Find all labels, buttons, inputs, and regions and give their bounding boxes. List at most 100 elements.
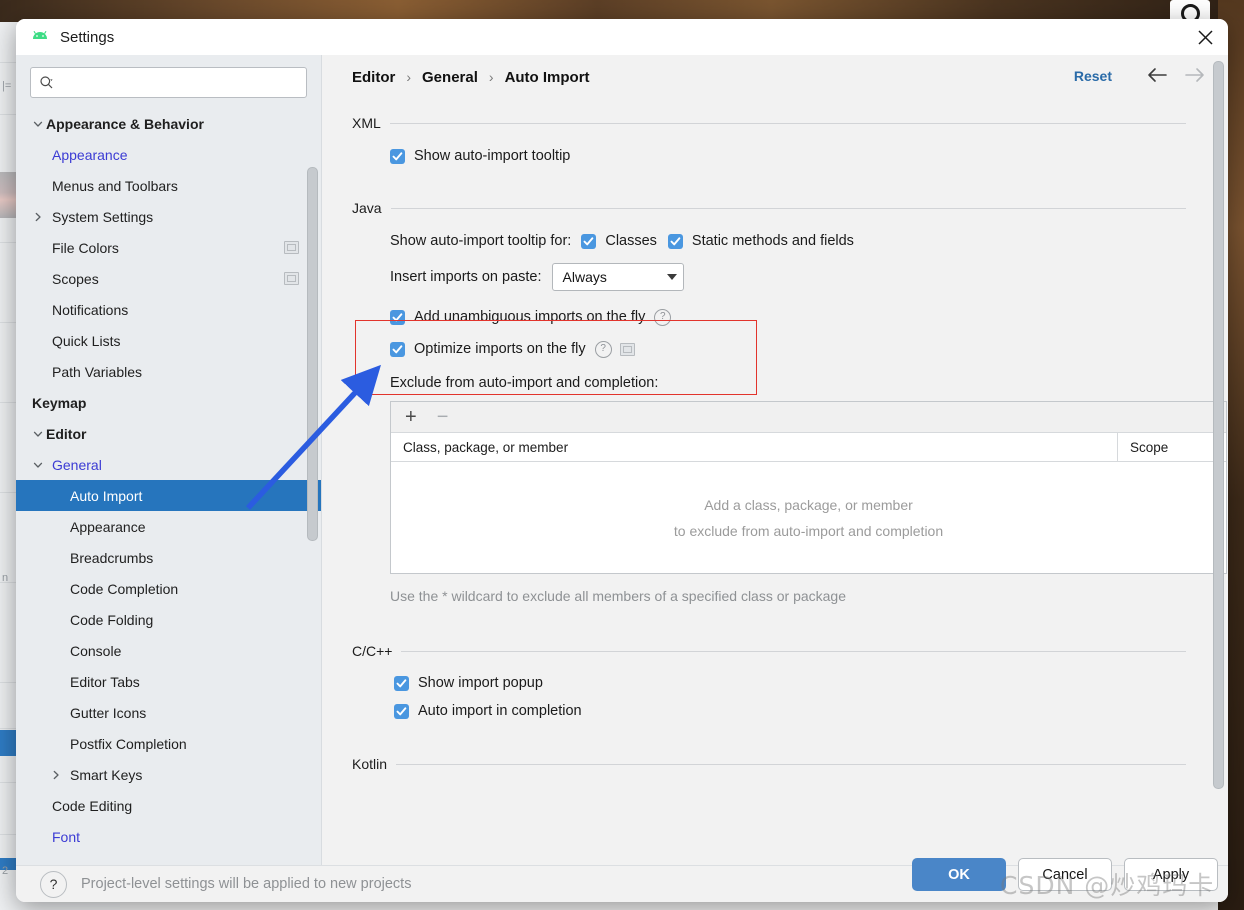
- insert-imports-dropdown[interactable]: Always: [551, 263, 684, 291]
- sidebar-item-label: Menus and Toolbars: [52, 177, 178, 194]
- project-level-badge-icon: [619, 342, 635, 356]
- search-container: [16, 55, 321, 108]
- row-tooltip-for: Show auto-import tooltip for: Classes St…: [390, 228, 1228, 254]
- sidebar-item-file-colors[interactable]: File Colors: [16, 232, 321, 263]
- label-insert-imports: Insert imports on paste:: [390, 269, 542, 285]
- checkbox-cpp-auto-import-completion[interactable]: [394, 703, 409, 719]
- sidebar-item-keymap[interactable]: Keymap: [16, 387, 321, 418]
- section-rule: [389, 122, 1186, 124]
- checkbox-add-unambiguous[interactable]: [390, 309, 405, 325]
- section-title-xml: XML: [352, 115, 381, 131]
- sidebar-item-code-editing[interactable]: Code Editing: [16, 790, 321, 821]
- reset-button[interactable]: Reset: [1074, 68, 1112, 84]
- column-header-scope[interactable]: Scope: [1118, 433, 1226, 461]
- sidebar-item-smart-keys[interactable]: Smart Keys: [16, 759, 321, 790]
- sidebar-item-label: General: [52, 456, 102, 473]
- label-add-unambiguous: Add unambiguous imports on the fly: [414, 309, 646, 325]
- section-cpp: C/C++: [352, 643, 1228, 659]
- sidebar-item-system-settings[interactable]: System Settings: [16, 201, 321, 232]
- sidebar-item-postfix-completion[interactable]: Postfix Completion: [16, 728, 321, 759]
- chevron-down-icon[interactable]: [32, 458, 46, 472]
- footer-note: Project-level settings will be applied t…: [81, 876, 412, 892]
- sidebar-item-quick-lists[interactable]: Quick Lists: [16, 325, 321, 356]
- sidebar-scrollbar-thumb[interactable]: [307, 167, 318, 541]
- sidebar-item-console[interactable]: Console: [16, 635, 321, 666]
- sidebar-item-auto-import[interactable]: Auto Import: [16, 480, 321, 511]
- search-icon: [39, 75, 54, 90]
- breadcrumb-separator: ›: [406, 69, 412, 85]
- sidebar-item-gutter-icons[interactable]: Gutter Icons: [16, 697, 321, 728]
- row-cpp-auto-import-completion[interactable]: Auto import in completion: [394, 698, 1228, 724]
- sidebar-item-code-folding[interactable]: Code Folding: [16, 604, 321, 635]
- sidebar-item-label: Keymap: [32, 394, 87, 411]
- cancel-button[interactable]: Cancel: [1018, 858, 1112, 891]
- content-scrollbar-thumb[interactable]: [1213, 61, 1224, 789]
- sidebar-item-notifications[interactable]: Notifications: [16, 294, 321, 325]
- sidebar-item-code-completion[interactable]: Code Completion: [16, 573, 321, 604]
- section-rule: [390, 207, 1186, 209]
- label-xml-show-tooltip: Show auto-import tooltip: [414, 148, 571, 164]
- chevron-down-icon[interactable]: [32, 427, 46, 441]
- settings-main-panel: Editor › General › Auto Import Reset XML…: [322, 55, 1228, 865]
- section-xml: XML: [352, 115, 1228, 131]
- checkbox-cpp-show-import-popup[interactable]: [394, 675, 409, 691]
- label-tooltip-for: Show auto-import tooltip for:: [390, 233, 572, 249]
- wildcard-hint: Use the * wildcard to exclude all member…: [390, 588, 846, 604]
- sidebar-item-appearance[interactable]: Appearance: [16, 139, 321, 170]
- sidebar-item-label: Gutter Icons: [70, 704, 147, 721]
- label-cpp-auto-import-completion: Auto import in completion: [418, 703, 582, 719]
- sidebar-item-general[interactable]: General: [16, 449, 321, 480]
- checkbox-classes[interactable]: [581, 233, 597, 249]
- help-icon[interactable]: ?: [594, 340, 612, 358]
- sidebar-item-appearance[interactable]: Appearance: [16, 511, 321, 542]
- sidebar-item-label: Auto Import: [70, 487, 143, 504]
- footer-buttons: OK Cancel Apply: [912, 858, 1218, 891]
- section-rule: [396, 763, 1186, 765]
- sidebar-item-menus-and-toolbars[interactable]: Menus and Toolbars: [16, 170, 321, 201]
- sidebar-item-breadcrumbs[interactable]: Breadcrumbs: [16, 542, 321, 573]
- sidebar-item-label: Postfix Completion: [70, 735, 187, 752]
- section-title-java: Java: [352, 200, 382, 216]
- sidebar-item-appearance-behavior[interactable]: Appearance & Behavior: [16, 108, 321, 139]
- sidebar-item-editor[interactable]: Editor: [16, 418, 321, 449]
- dialog-title: Settings: [60, 28, 115, 46]
- sidebar-item-label: Code Completion: [70, 580, 179, 597]
- sidebar-item-label: Editor: [46, 425, 87, 442]
- checkbox-optimize-imports[interactable]: [390, 341, 405, 357]
- sidebar-item-label: Notifications: [52, 301, 129, 318]
- breadcrumb-auto-import: Auto Import: [504, 68, 590, 86]
- close-icon[interactable]: [1182, 19, 1228, 55]
- checkbox-row-xml-show-tooltip[interactable]: Show auto-import tooltip: [390, 143, 1228, 169]
- column-header-class-package-member[interactable]: Class, package, or member: [391, 433, 1118, 461]
- checkbox-static-methods[interactable]: [667, 233, 683, 249]
- chevron-down-icon[interactable]: [32, 117, 46, 131]
- label-optimize-imports: Optimize imports on the fly: [414, 341, 586, 357]
- sidebar-item-font[interactable]: Font: [16, 821, 321, 852]
- section-kotlin: Kotlin: [352, 756, 1228, 772]
- search-input[interactable]: [58, 74, 298, 91]
- help-icon[interactable]: ?: [654, 308, 672, 326]
- android-icon: [30, 27, 50, 47]
- row-add-unambiguous[interactable]: Add unambiguous imports on the fly ?: [390, 304, 1228, 330]
- chevron-right-icon[interactable]: [32, 210, 46, 224]
- arrow-left-icon[interactable]: [1146, 66, 1168, 89]
- apply-button[interactable]: Apply: [1124, 858, 1218, 891]
- sidebar-item-scopes[interactable]: Scopes: [16, 263, 321, 294]
- sidebar-item-path-variables[interactable]: Path Variables: [16, 356, 321, 387]
- ok-button[interactable]: OK: [912, 858, 1006, 891]
- dialog-footer: ? Project-level settings will be applied…: [16, 858, 1228, 902]
- breadcrumb-general[interactable]: General: [422, 69, 478, 86]
- breadcrumb-editor[interactable]: Editor: [352, 69, 395, 86]
- plus-icon[interactable]: +: [405, 407, 417, 427]
- row-cpp-show-import-popup[interactable]: Show import popup: [394, 670, 1228, 696]
- question-mark-icon[interactable]: ?: [40, 870, 67, 898]
- sidebar-item-label: Scopes: [52, 270, 99, 287]
- exclude-table-body[interactable]: Add a class, package, or member to exclu…: [391, 462, 1226, 573]
- chevron-down-icon: [666, 274, 677, 280]
- search-box[interactable]: [30, 67, 307, 98]
- row-optimize-imports[interactable]: Optimize imports on the fly ?: [390, 336, 1228, 362]
- sidebar-item-label: Quick Lists: [52, 332, 121, 349]
- sidebar-item-editor-tabs[interactable]: Editor Tabs: [16, 666, 321, 697]
- checkbox-xml-show-tooltip[interactable]: [390, 148, 405, 164]
- chevron-right-icon[interactable]: [50, 768, 64, 782]
